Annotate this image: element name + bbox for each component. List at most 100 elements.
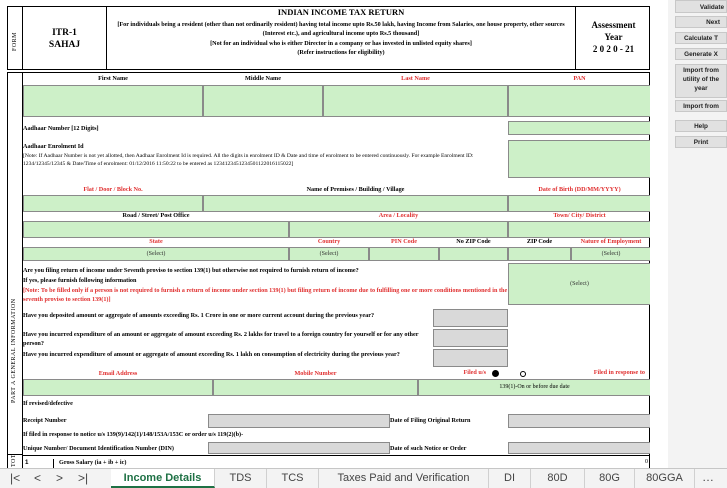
aadhaar-input[interactable] — [508, 121, 651, 135]
zip-input[interactable] — [508, 247, 571, 261]
form-label: FORM — [12, 31, 18, 51]
tab-tds[interactable]: TDS — [215, 469, 267, 488]
print-button[interactable]: Print — [675, 136, 727, 148]
notice-date-input[interactable] — [508, 442, 651, 454]
aadhaar-label: Aadhaar Number [12 Digits] — [23, 125, 99, 132]
tab-tcs[interactable]: TCS — [267, 469, 319, 488]
import-utility-button[interactable]: Import from utility of the year — [675, 64, 727, 98]
email-label: Email Address — [98, 370, 138, 377]
first-name-label: First Name — [98, 75, 128, 82]
exclusion-text: [Not for an individual who is either Dir… — [210, 39, 472, 47]
q139-sub-label: If yes, please furnish following informa… — [23, 277, 137, 284]
assessment-year: Assessment Year 2 0 2 0 - 21 — [576, 7, 651, 69]
tab-80d[interactable]: 80D — [531, 469, 585, 488]
mobile-input[interactable] — [213, 379, 418, 396]
next-button[interactable]: Next — [675, 16, 727, 28]
dob-label: Date of Birth (DD/MM/YYYY) — [538, 186, 621, 193]
enrolment-title: Aadhaar Enrolment Id — [23, 143, 84, 150]
filing-date-label: Date of Filing Original Return — [390, 417, 471, 424]
revised-label: If revised/defective — [23, 400, 73, 407]
itr-line1: ITR-1 — [52, 28, 77, 38]
itr-line2: SAHAJ — [48, 40, 81, 50]
ay-value: 2 0 2 0 - 21 — [592, 44, 635, 54]
country-select[interactable]: (Select) — [289, 247, 369, 261]
first-sheet-icon[interactable]: |< — [10, 471, 20, 485]
tab-taxes-paid[interactable]: Taxes Paid and Verification — [319, 469, 489, 488]
tot-label: TOT — [11, 453, 17, 467]
premises-input[interactable] — [203, 195, 508, 212]
employment-label: Nature of Employment — [580, 238, 642, 245]
filed-response-label: Filed in response to — [593, 369, 645, 376]
q139-label: Are you filing return of income under Se… — [23, 267, 359, 274]
receipt-label: Receipt Number — [23, 417, 67, 424]
vertical-scrollbar[interactable] — [650, 0, 668, 468]
tab-80g[interactable]: 80G — [585, 469, 635, 488]
first-name-input[interactable] — [23, 85, 203, 117]
last-name-input[interactable] — [323, 85, 508, 117]
validate-button[interactable]: Validate — [675, 0, 727, 13]
ay-label2: Year — [604, 32, 623, 42]
receipt-input[interactable] — [208, 414, 390, 428]
next-sheet-icon[interactable]: > — [56, 471, 63, 485]
state-select[interactable]: (Select) — [23, 247, 289, 261]
generate-xml-button[interactable]: Generate X — [675, 48, 727, 60]
enrolment-input[interactable] — [508, 140, 651, 178]
filed-response-radio[interactable] — [520, 371, 526, 377]
nozip-checkbox[interactable] — [439, 247, 508, 261]
area-input[interactable] — [289, 221, 508, 238]
import-from-button[interactable]: Import from — [675, 100, 727, 112]
section-side: PART A GENERAL INFORMATION TOT — [8, 73, 23, 468]
din-input[interactable] — [208, 442, 390, 454]
electricity-answer[interactable] — [433, 349, 508, 367]
tab-di[interactable]: DI — [489, 469, 531, 488]
salary-separator — [53, 459, 54, 468]
town-label: Town/ City/ District — [553, 212, 606, 219]
part-a-label: PART A GENERAL INFORMATION — [11, 298, 17, 403]
area-label: Area / Locality — [378, 212, 419, 219]
electricity-question: Have you incurred expenditure of amount … — [23, 351, 400, 358]
mobile-label: Mobile Number — [294, 370, 337, 377]
form-side-label: FORM — [8, 7, 23, 69]
road-input[interactable] — [23, 221, 289, 238]
worksheet: FORM ITR-1 SAHAJ INDIAN INCOME TAX RETUR… — [0, 0, 668, 468]
din-label: Unique Number/ Document Identification N… — [23, 445, 174, 452]
more-tabs-icon[interactable]: … — [702, 470, 714, 484]
last-name-label: Last Name — [401, 75, 430, 82]
salary-divider — [23, 455, 651, 456]
task-pane: Validate Next Calculate T Generate X Imp… — [668, 0, 727, 468]
tab-income-details[interactable]: Income Details — [111, 469, 215, 488]
eligibility-text: [For individuals being a resident (other… — [117, 20, 565, 38]
tab-80gga[interactable]: 80GGA — [635, 469, 695, 488]
country-label: Country — [317, 238, 341, 245]
notice-date-label: Date of such Notice or Order — [390, 445, 467, 452]
form-header: FORM ITR-1 SAHAJ INDIAN INCOME TAX RETUR… — [7, 6, 650, 70]
travel-question: Have you incurred expenditure of an amou… — [23, 331, 419, 347]
filing-date-input[interactable] — [508, 414, 651, 428]
gross-salary-label: Gross Salary (ia + ib + ic) — [59, 459, 127, 466]
q139-select[interactable]: (Select) — [508, 263, 651, 305]
email-input[interactable] — [23, 379, 213, 396]
prev-sheet-icon[interactable]: < — [34, 471, 41, 485]
zip-label: ZIP Code — [526, 238, 553, 245]
filed-section-select[interactable]: 139(1)-On or before due date — [418, 379, 651, 396]
calculate-tax-button[interactable]: Calculate T — [675, 32, 727, 44]
return-title: INDIAN INCOME TAX RETURN — [277, 7, 405, 17]
last-sheet-icon[interactable]: >| — [78, 471, 88, 485]
flat-input[interactable] — [23, 195, 203, 212]
town-input[interactable] — [508, 221, 651, 238]
middle-name-input[interactable] — [203, 85, 323, 117]
dob-input[interactable] — [508, 195, 651, 212]
help-button[interactable]: Help — [675, 120, 727, 132]
travel-answer[interactable] — [433, 329, 508, 347]
header-description: INDIAN INCOME TAX RETURN [For individual… — [107, 7, 576, 69]
pan-input[interactable] — [508, 85, 651, 117]
gross-salary-value: 0 — [645, 459, 648, 465]
middle-name-label: Middle Name — [245, 75, 281, 82]
pin-input[interactable] — [369, 247, 439, 261]
employment-select[interactable]: (Select) — [571, 247, 651, 261]
salary-row-number: 1 — [25, 459, 29, 466]
itr-name: ITR-1 SAHAJ — [23, 7, 107, 69]
filed-us-radio[interactable] — [492, 370, 499, 377]
deposit-answer[interactable] — [433, 309, 508, 327]
state-label: State — [149, 238, 163, 245]
